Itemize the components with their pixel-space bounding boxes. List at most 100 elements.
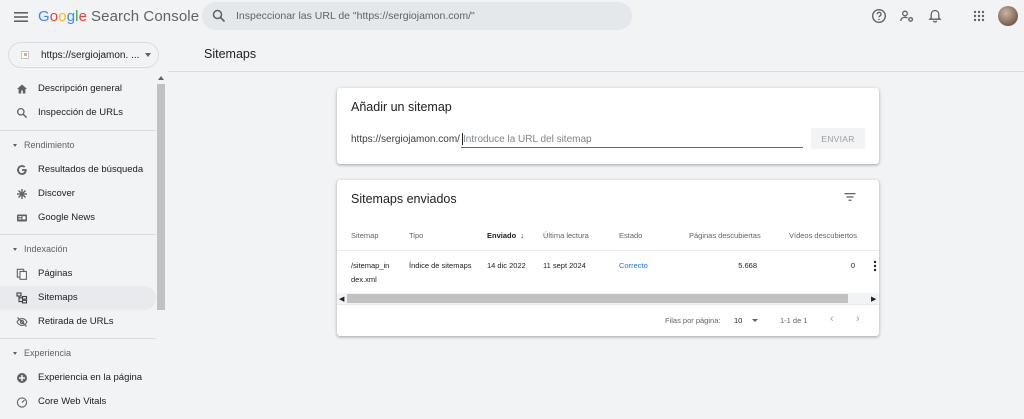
cell-type: Índice de sitemaps	[409, 261, 472, 270]
sitemap-url-prefix: https://sergiojamon.com/	[351, 134, 460, 145]
cell-status: Correcto	[619, 261, 648, 270]
column-header-type[interactable]: Tipo	[409, 231, 423, 240]
product-name: Search Console	[91, 8, 200, 25]
previous-page-icon[interactable]: ‹	[830, 313, 834, 325]
menu-icon[interactable]	[12, 8, 30, 26]
google-search-console-logo[interactable]: Google Search Console	[38, 8, 199, 25]
page-title: Sitemaps	[204, 47, 257, 61]
top-bar: Google Search Console	[0, 0, 1024, 32]
sidebar-item-label: Core Web Vitals	[38, 396, 107, 407]
gauge-icon	[16, 397, 28, 408]
chevron-down-icon	[13, 144, 17, 147]
section-experience[interactable]: Experiencia	[0, 346, 156, 362]
caret-down-icon	[145, 53, 151, 57]
submit-sitemap-button[interactable]: ENVIAR	[811, 128, 865, 149]
sidebar-nav: Descripción general Inspección de URLs R…	[0, 76, 166, 419]
chevron-down-icon	[13, 248, 17, 251]
filter-icon[interactable]	[843, 190, 857, 204]
sidebar-item-pages[interactable]: Páginas	[0, 262, 156, 286]
column-header-sitemap[interactable]: Sitemap	[351, 231, 379, 240]
table-scroll-thumb[interactable]	[347, 294, 848, 303]
sidebar-item-sitemaps[interactable]: Sitemaps	[0, 286, 156, 310]
column-header-submitted[interactable]: Enviado ↓	[487, 231, 524, 240]
divider	[0, 234, 156, 235]
table-horizontal-scrollbar[interactable]: ◀ ▶	[337, 293, 879, 304]
column-header-label: Enviado	[487, 231, 517, 240]
sitemap-icon	[16, 292, 28, 304]
rows-per-page-select[interactable]: 10	[734, 316, 742, 325]
add-sitemap-card: Añadir un sitemap https://sergiojamon.co…	[337, 88, 879, 164]
url-inspection-search[interactable]	[202, 2, 632, 30]
sidebar-item-page-experience[interactable]: Experiencia en la página	[0, 366, 156, 390]
sidebar-item-google-news[interactable]: Google News	[0, 206, 156, 230]
scroll-up-arrow-icon[interactable]	[158, 76, 164, 80]
bell-icon[interactable]	[927, 8, 943, 24]
pages-icon	[16, 268, 27, 280]
sidebar-item-label: Retirada de URLs	[38, 316, 114, 327]
divider	[0, 338, 156, 339]
card-title: Sitemaps enviados	[351, 192, 457, 206]
asterisk-icon	[17, 189, 27, 199]
sidebar-item-discover[interactable]: Discover	[0, 182, 156, 206]
divider	[168, 71, 1024, 72]
logo-letter: g	[66, 8, 76, 25]
submitted-sitemaps-card: Sitemaps enviados Sitemap Tipo Enviado ↓ …	[337, 180, 879, 336]
logo-letter: o	[58, 8, 67, 25]
avatar[interactable]	[998, 6, 1018, 26]
column-header-videos-discovered[interactable]: Vídeos descubiertos	[789, 231, 857, 240]
sidebar-scroll-thumb[interactable]	[157, 84, 165, 310]
help-icon[interactable]	[871, 8, 887, 24]
search-icon	[16, 107, 28, 119]
plus-circle-icon	[17, 373, 27, 383]
section-indexing[interactable]: Indexación	[0, 242, 156, 258]
logo-letter: o	[49, 8, 59, 25]
cell-last-read: 11 sept 2024	[543, 261, 586, 270]
logo-letter: e	[78, 8, 88, 25]
scroll-right-arrow-icon[interactable]: ▶	[871, 295, 876, 303]
next-page-icon[interactable]: ›	[856, 313, 860, 325]
more-vert-icon[interactable]	[873, 260, 877, 272]
rows-per-page-label: Filas por página:	[665, 316, 721, 325]
divider	[337, 250, 879, 251]
cell-pages-discovered: 5.668	[738, 261, 757, 270]
search-input[interactable]	[236, 8, 616, 24]
divider	[337, 304, 879, 305]
sort-arrow-down-icon: ↓	[520, 231, 524, 240]
property-selector[interactable]: https://sergiojamon. ...	[8, 42, 159, 68]
divider	[0, 130, 156, 131]
sitemap-url-input[interactable]	[461, 131, 803, 148]
sidebar-item-label: Inspección de URLs	[38, 107, 124, 118]
cell-sitemap-line-2: dex.xml	[351, 275, 377, 284]
property-label: https://sergiojamon. ...	[41, 50, 140, 61]
section-label: Experiencia	[24, 348, 72, 358]
sidebar-item-core-web-vitals[interactable]: Core Web Vitals	[0, 390, 156, 414]
news-icon	[17, 214, 27, 222]
column-header-status[interactable]: Estado	[619, 231, 642, 240]
sidebar-item-label: Sitemaps	[38, 292, 78, 303]
sidebar-item-label: Descripción general	[38, 83, 122, 94]
caret-down-icon[interactable]	[752, 319, 758, 322]
card-title: Añadir un sitemap	[351, 100, 452, 114]
cell-sitemap-line-1: /sitemap_in	[351, 261, 390, 270]
column-header-last-read[interactable]: Última lectura	[543, 231, 589, 240]
apps-grid-icon[interactable]	[971, 8, 987, 24]
text-cursor	[462, 133, 463, 145]
users-settings-icon[interactable]	[899, 8, 915, 24]
sidebar-item-overview[interactable]: Descripción general	[0, 77, 156, 101]
section-label: Indexación	[24, 244, 68, 254]
sidebar-item-label: Discover	[38, 188, 75, 199]
section-label: Rendimiento	[24, 140, 75, 150]
sidebar-item-label: Resultados de búsqueda	[38, 164, 144, 175]
sidebar-item-url-inspection[interactable]: Inspección de URLs	[0, 101, 156, 125]
sidebar-item-search-results[interactable]: Resultados de búsqueda	[0, 158, 156, 182]
logo-letter: G	[38, 8, 50, 25]
eye-off-icon	[16, 317, 28, 327]
scroll-left-arrow-icon[interactable]: ◀	[339, 295, 344, 303]
sidebar-item-label: Experiencia en la página	[38, 372, 143, 383]
search-icon	[212, 9, 226, 23]
sidebar-item-url-removal[interactable]: Retirada de URLs	[0, 310, 156, 334]
section-performance[interactable]: Rendimiento	[0, 138, 156, 154]
pagination-range: 1-1 de 1	[780, 316, 808, 325]
google-g-icon	[17, 165, 27, 175]
column-header-pages-discovered[interactable]: Páginas descubiertas	[689, 231, 761, 240]
